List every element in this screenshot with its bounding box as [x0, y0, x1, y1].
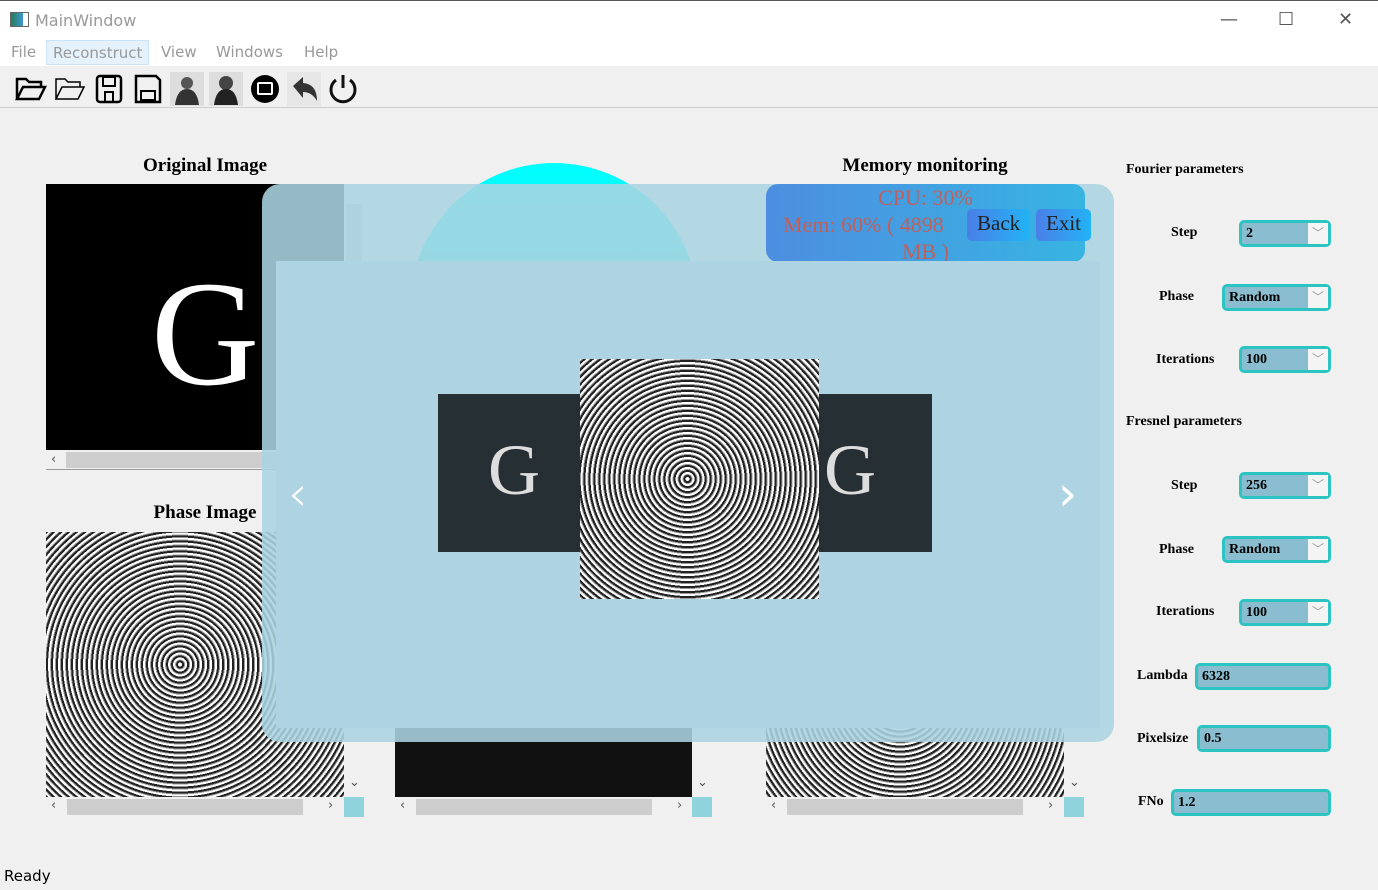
- reconstructed-phase-hscrollbar[interactable]: ‹ ›: [766, 797, 1064, 817]
- back-button[interactable]: Back: [967, 209, 1031, 241]
- fourier-step-combo[interactable]: 2 ﹀: [1239, 220, 1331, 247]
- carousel-next-arrow[interactable]: ›: [1058, 466, 1077, 522]
- power-icon[interactable]: [326, 72, 360, 106]
- menu-help[interactable]: Help: [298, 40, 344, 65]
- image-letter: G: [151, 251, 260, 417]
- menu-reconstruct[interactable]: Reconstruct: [46, 40, 150, 65]
- fresnel-phase-combo[interactable]: Random ﹀: [1222, 536, 1331, 563]
- fno-input[interactable]: 1.2: [1171, 789, 1331, 816]
- toolbar: [0, 66, 1378, 108]
- fresnel-iterations-combo[interactable]: 100 ﹀: [1239, 599, 1331, 626]
- image-letter: G: [488, 430, 540, 510]
- fresnel-title: Fresnel parameters: [1126, 414, 1242, 429]
- undo-icon[interactable]: [287, 72, 321, 106]
- exit-button[interactable]: Exit: [1036, 209, 1091, 241]
- scroll-corner: [692, 797, 712, 817]
- fresnel-phase-label: Phase: [1159, 542, 1194, 557]
- fresnel-step-label: Step: [1171, 478, 1198, 493]
- fourier-step-label: Step: [1171, 225, 1198, 240]
- combo-value: 256: [1246, 478, 1267, 493]
- image-display-icon[interactable]: [248, 72, 282, 106]
- reconstructed-hscrollbar[interactable]: ‹ ›: [395, 797, 692, 817]
- mem-unit: MB ): [901, 239, 950, 262]
- chevron-down-icon: ﹀: [1308, 475, 1328, 496]
- fourier-phase-combo[interactable]: Random ﹀: [1222, 284, 1331, 311]
- open-folder-outline-icon[interactable]: [53, 72, 87, 106]
- status-bar: Ready: [4, 867, 51, 885]
- pixelsize-label: Pixelsize: [1137, 731, 1189, 746]
- carousel-image-reconstructed[interactable]: G: [819, 394, 932, 552]
- fourier-iterations-combo[interactable]: 100 ﹀: [1239, 346, 1331, 373]
- memory-monitoring-title: Memory monitoring: [842, 155, 1008, 176]
- phase-hscrollbar[interactable]: ‹ ›: [46, 797, 344, 817]
- chevron-down-icon: ﹀: [1308, 602, 1328, 623]
- original-image-title: Original Image: [142, 155, 268, 176]
- save-as-icon[interactable]: [131, 72, 165, 106]
- title-bar: MainWindow — ☐ ✕: [0, 0, 1378, 40]
- combo-value: 100: [1246, 605, 1267, 620]
- open-folder-icon[interactable]: [14, 72, 48, 106]
- carousel-image-phase[interactable]: [580, 359, 819, 599]
- maximize-button[interactable]: ☐: [1278, 9, 1294, 30]
- combo-value: Random: [1229, 290, 1281, 305]
- scroll-corner: [344, 797, 364, 817]
- pixelsize-input[interactable]: 0.5: [1197, 725, 1331, 752]
- image-carousel: G G ‹ ›: [276, 261, 1100, 728]
- menu-file[interactable]: File: [5, 40, 42, 65]
- lambda-input[interactable]: 6328: [1195, 663, 1331, 690]
- lambda-label: Lambda: [1137, 668, 1188, 683]
- chevron-down-icon: ﹀: [1308, 349, 1328, 370]
- fourier-title: Fourier parameters: [1126, 162, 1244, 177]
- cpu-usage: CPU: 30%: [878, 185, 973, 210]
- fresnel-iterations-label: Iterations: [1156, 604, 1215, 619]
- portrait-fresnel-icon[interactable]: [209, 72, 243, 106]
- window-title: MainWindow: [35, 11, 137, 30]
- carousel-image-original[interactable]: G: [438, 394, 588, 552]
- close-button[interactable]: ✕: [1338, 9, 1353, 30]
- fourier-iterations-label: Iterations: [1156, 352, 1215, 367]
- fresnel-step-combo[interactable]: 256 ﹀: [1239, 472, 1331, 499]
- menu-windows[interactable]: Windows: [210, 40, 289, 65]
- portrait-fourier-icon[interactable]: [170, 72, 204, 106]
- combo-value: 100: [1246, 352, 1267, 367]
- chevron-down-icon: ﹀: [1308, 287, 1328, 308]
- minimize-button[interactable]: —: [1220, 9, 1238, 30]
- app-icon: [10, 12, 29, 27]
- image-letter: G: [824, 430, 876, 510]
- scroll-corner: [1064, 797, 1084, 817]
- fno-label: FNo: [1138, 794, 1164, 809]
- combo-value: Random: [1229, 542, 1281, 557]
- carousel-prev-arrow[interactable]: ‹: [288, 466, 307, 522]
- menu-bar: File Reconstruct View Windows Help: [0, 40, 1378, 66]
- menu-view[interactable]: View: [155, 40, 203, 65]
- save-icon[interactable]: [92, 72, 126, 106]
- chevron-down-icon: ﹀: [1308, 539, 1328, 560]
- fourier-phase-label: Phase: [1159, 289, 1194, 304]
- combo-value: 2: [1246, 226, 1253, 241]
- chevron-down-icon: ﹀: [1308, 223, 1328, 244]
